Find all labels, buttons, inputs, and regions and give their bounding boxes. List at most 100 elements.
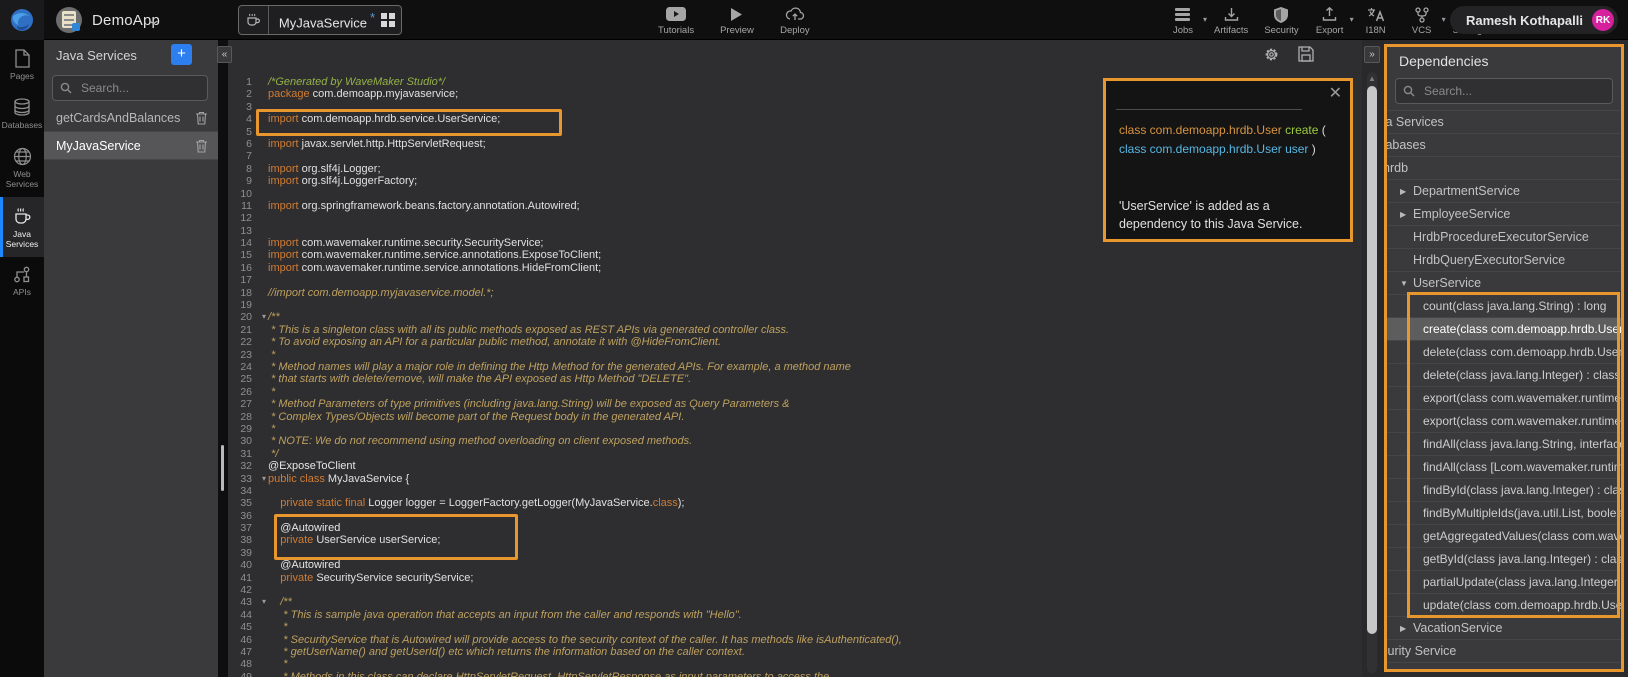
service-search-input[interactable] [52,75,208,101]
rail-item-databases[interactable]: Databases [0,89,44,138]
dependency-tree-node[interactable]: HrdbQueryExecutorService [1384,249,1624,272]
editor-settings-gear-icon[interactable] [1263,46,1280,63]
dependency-tree-node[interactable]: ▶EmployeeService [1384,203,1624,226]
grid-view-icon[interactable] [375,13,401,27]
dependency-method-item[interactable]: findByMultipleIds(java.util.List, boolea… [1384,502,1624,525]
dependency-tree-node[interactable]: ▼UserService [1384,272,1624,295]
expand-right-panel-button[interactable]: » [1364,46,1380,63]
code-line[interactable]: 40 @Autowired [228,559,1362,571]
dependency-method-item[interactable]: getAggregatedValues(class com.wavemaker.… [1384,525,1624,548]
code-line[interactable]: 34 [228,485,1362,497]
code-line[interactable]: 46 * SecurityService that is Autowired w… [228,634,1362,646]
dependency-tree-node[interactable]: hrdb [1384,157,1624,180]
code-line[interactable]: 33public class MyJavaService { [228,473,1362,485]
code-line[interactable]: 39 [228,547,1362,559]
jobs-button[interactable]: Jobs ▾ [1168,6,1198,36]
scrollbar-up-arrow[interactable]: ▲ [1366,74,1378,83]
code-line[interactable]: 15import com.wavemaker.runtime.service.a… [228,249,1362,261]
open-file-tab[interactable]: MyJavaService* [238,5,402,35]
code-line[interactable]: 47 * getUserName() and getUserId() etc w… [228,646,1362,658]
chevron-down-icon[interactable]: ▾ [1350,15,1354,24]
code-line[interactable]: 30 * NOTE: We do not recommend using met… [228,435,1362,447]
chevron-down-icon[interactable]: ▾ [1442,15,1446,24]
dependency-tree-node[interactable]: Java Services [1384,111,1624,134]
code-line[interactable]: 19 [228,299,1362,311]
editor-scrollbar-thumb[interactable] [1367,86,1377,634]
delete-icon[interactable] [195,139,208,153]
chevron-collapsed-icon[interactable]: ▶ [1400,181,1413,203]
rail-item-web-services[interactable]: Web Services [0,138,44,197]
code-line[interactable]: 17 [228,274,1362,286]
service-list-item[interactable]: getCardsAndBalances [44,104,218,132]
code-line[interactable]: 32@ExposeToClient [228,460,1362,472]
code-line[interactable]: 44 * This is sample java operation that … [228,609,1362,621]
dependency-tree-node[interactable]: Databases [1384,134,1624,157]
dependency-method-item[interactable]: delete(class com.demoapp.hrdb.User) : vo… [1384,341,1624,364]
dependency-method-item[interactable]: partialUpdate(class java.lang.Integer, j… [1384,571,1624,594]
collapse-left-panel-button[interactable]: « [217,46,232,63]
dependency-method-item[interactable]: delete(class java.lang.Integer) : class … [1384,364,1624,387]
rail-item-java-services[interactable]: Java Services [0,197,44,257]
dependency-method-item[interactable]: getById(class java.lang.Integer) : class… [1384,548,1624,571]
code-line[interactable]: 18//import com.demoapp.myjavaservice.mod… [228,287,1362,299]
preview-button[interactable]: Preview [720,6,754,36]
code-line[interactable]: 45 * [228,621,1362,633]
code-line[interactable]: 28 * Complex Types/Objects will become p… [228,411,1362,423]
code-line[interactable]: 21 * This is a singleton class with all … [228,324,1362,336]
deploy-button[interactable]: Deploy [780,6,810,36]
rail-item-pages[interactable]: Pages [0,40,44,89]
delete-icon[interactable] [195,111,208,125]
splitter-scrollbar-thumb[interactable] [221,445,224,491]
wavemaker-logo[interactable] [0,0,44,40]
dependency-tree-node[interactable]: Security Service [1384,640,1624,663]
code-line[interactable]: 25 * that starts with delete/remove, wil… [228,373,1362,385]
code-line[interactable]: 48 * [228,658,1362,670]
chevron-collapsed-icon[interactable]: ▶ [1400,204,1413,226]
chevron-expanded-icon[interactable]: ▼ [1400,273,1413,295]
chevron-down-icon[interactable]: ▾ [1203,15,1207,24]
panel-splitter[interactable] [218,40,228,677]
code-line[interactable]: 37 @Autowired [228,522,1362,534]
code-line[interactable]: 22 * To avoid exposing an API for a part… [228,336,1362,348]
dependency-method-item[interactable]: create(class com.demoapp.hrdb.User) : cl… [1384,318,1624,341]
chevron-down-icon[interactable]: ⌄ [145,12,162,28]
i18n-button[interactable]: I18N [1361,6,1391,36]
chevron-collapsed-icon[interactable]: ▶ [1400,618,1413,640]
code-line[interactable]: 49 * Methods in this class can declare H… [228,671,1362,677]
export-button[interactable]: Export ▾ [1315,6,1345,36]
code-line[interactable]: 31 */ [228,448,1362,460]
code-line[interactable]: 24 * Method names will play a major role… [228,361,1362,373]
dependency-method-item[interactable]: export(class com.wavemaker.runtime.data.… [1384,410,1624,433]
dependency-tree-node[interactable]: ▶DepartmentService [1384,180,1624,203]
save-icon[interactable] [1298,46,1314,63]
code-line[interactable]: 43 /** [228,596,1362,608]
dependencies-search-input[interactable] [1395,78,1613,104]
code-line[interactable]: 20/** [228,311,1362,323]
dependency-tree-node[interactable]: ▶VacationService [1384,617,1624,640]
service-list-item[interactable]: MyJavaService [44,132,218,160]
dependency-method-item[interactable]: findAll(class java.lang.String, interfac… [1384,433,1624,456]
code-line[interactable]: 16import com.wavemaker.runtime.service.a… [228,262,1362,274]
add-service-button[interactable]: + [171,44,192,65]
code-line[interactable]: 35 private static final Logger logger = … [228,497,1362,509]
code-line[interactable]: 29 * [228,423,1362,435]
artifacts-button[interactable]: Artifacts [1214,6,1248,36]
rail-item-apis[interactable]: APIs [0,257,44,305]
dependency-method-item[interactable]: findById(class java.lang.Integer) : clas… [1384,479,1624,502]
security-button[interactable]: Security [1264,6,1298,36]
code-line[interactable]: 27 * Method Parameters of type primitive… [228,398,1362,410]
code-line[interactable]: 23 * [228,349,1362,361]
user-menu[interactable]: Ramesh Kothapalli RK [1450,6,1618,34]
code-line[interactable]: 42 [228,584,1362,596]
vcs-button[interactable]: VCS ▾ [1407,6,1437,36]
code-line[interactable]: 41 private SecurityService securityServi… [228,572,1362,584]
dependency-method-item[interactable]: export(class com.wavemaker.runtime.data.… [1384,387,1624,410]
code-line[interactable]: 36 [228,510,1362,522]
tutorials-button[interactable]: Tutorials [658,6,694,36]
dependency-tree-node[interactable]: HrdbProcedureExecutorService [1384,226,1624,249]
dependency-method-item[interactable]: count(class java.lang.String) : long [1384,295,1624,318]
dependency-method-item[interactable]: findAll(class [Lcom.wavemaker.runtime.da… [1384,456,1624,479]
close-icon[interactable]: ✕ [1329,83,1342,103]
dependency-method-item[interactable]: update(class com.demoapp.hrdb.User) : cl… [1384,594,1624,617]
code-line[interactable]: 38 private UserService userService; [228,534,1362,546]
